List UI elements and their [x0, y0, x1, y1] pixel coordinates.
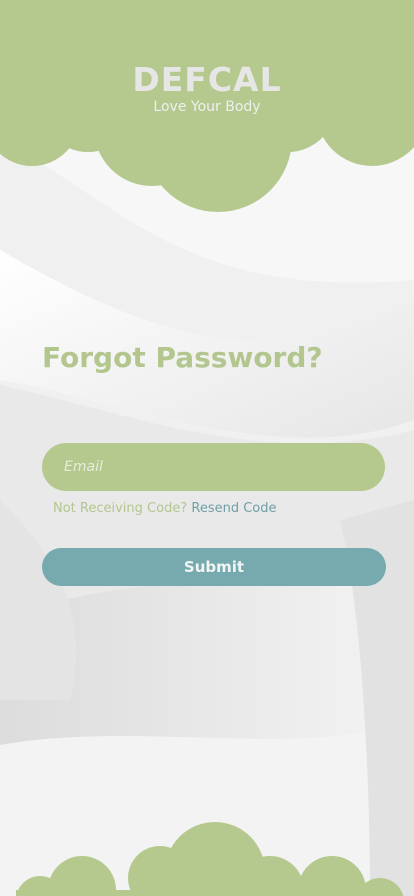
resend-code-link[interactable]: Resend Code: [191, 501, 276, 516]
page-title: Forgot Password?: [42, 341, 323, 374]
brand-title: DEFCAL: [132, 60, 282, 99]
brand-logo: DEFCAL Love Your Body: [0, 62, 414, 116]
brand-tagline: Love Your Body: [153, 99, 261, 115]
email-field[interactable]: [42, 443, 385, 491]
resend-prompt: Not Receiving Code?: [53, 501, 188, 516]
bottom-cloud-shape: [16, 822, 404, 896]
forgot-password-screen: DEFCAL Love Your Body Forgot Password? N…: [0, 0, 414, 896]
submit-button[interactable]: Submit: [42, 548, 386, 586]
email-input[interactable]: [62, 458, 365, 476]
resend-row: Not Receiving Code? Resend Code: [53, 500, 277, 517]
